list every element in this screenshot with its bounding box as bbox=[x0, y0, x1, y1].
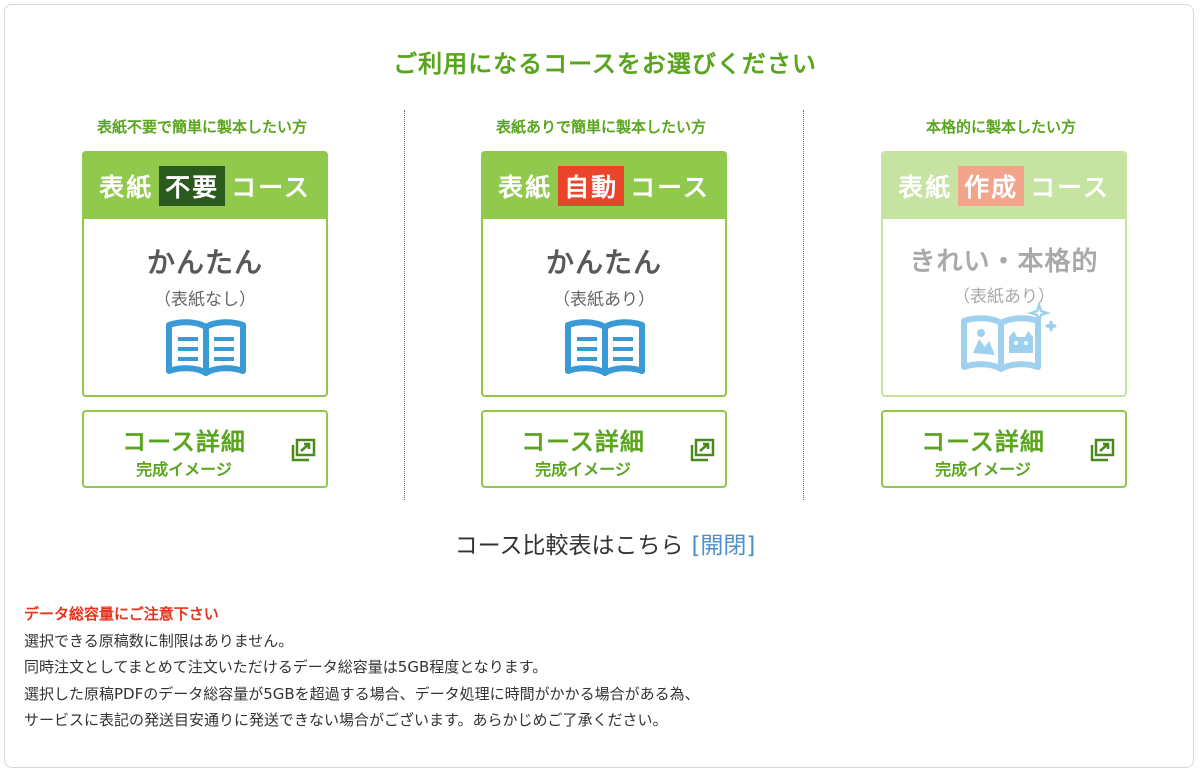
header-suffix: コース bbox=[231, 173, 311, 202]
notice-line: 選択した原稿PDFのデータ総容量が5GBを超過する場合、データ処理に時間がかかる… bbox=[24, 684, 700, 703]
header-prefix: 表紙 bbox=[99, 173, 154, 202]
course-card-header: 表紙 作成 コース bbox=[883, 153, 1125, 219]
header-suffix: コース bbox=[630, 173, 710, 202]
header-suffix: コース bbox=[1030, 173, 1110, 202]
course-subtitle: 本格的に製本したい方 bbox=[925, 118, 1076, 136]
detail-sublabel: 完成イメージ bbox=[136, 460, 232, 479]
external-link-icon bbox=[291, 438, 316, 462]
detail-sublabel: 完成イメージ bbox=[535, 460, 631, 479]
header-highlight: 自動 bbox=[558, 166, 625, 206]
course-detail-button[interactable]: コース詳細 完成イメージ bbox=[82, 410, 328, 488]
picture-book-icon bbox=[961, 301, 1057, 372]
external-link-icon bbox=[690, 438, 715, 462]
open-book-icon bbox=[166, 319, 246, 376]
detail-label: コース詳細 bbox=[921, 428, 1045, 456]
course-paren-text: （表紙あり） bbox=[553, 290, 655, 310]
course-card-sakusei[interactable]: 表紙 作成 コース きれい・本格的 （表紙あり） bbox=[881, 151, 1127, 397]
notice-line: 同時注文としてまとめて注文いただけるデータ総容量は5GB程度となります。 bbox=[24, 658, 548, 676]
header-prefix: 表紙 bbox=[898, 173, 953, 202]
course-subtitle: 表紙不要で簡単に製本したい方 bbox=[96, 118, 307, 136]
course-detail-button[interactable]: コース詳細 完成イメージ bbox=[881, 410, 1127, 488]
column-divider bbox=[404, 110, 405, 500]
detail-sublabel: 完成イメージ bbox=[935, 460, 1031, 479]
compare-toggle-link[interactable]: [開閉] bbox=[691, 533, 755, 559]
header-highlight: 不要 bbox=[159, 166, 226, 206]
notice-line: 選択できる原稿数に制限はありません。 bbox=[24, 631, 294, 650]
header-highlight: 作成 bbox=[958, 166, 1025, 206]
page-title: ご利用になるコースをお選びください bbox=[393, 50, 817, 78]
data-capacity-notice: データ総容量にご注意下さい 選択できる原稿数に制限はありません。 同時注文として… bbox=[24, 601, 700, 734]
external-link-icon bbox=[1090, 438, 1115, 462]
header-prefix: 表紙 bbox=[498, 173, 553, 202]
course-subtitle: 表紙ありで簡単に製本したい方 bbox=[495, 118, 706, 136]
course-card-fuyou[interactable]: 表紙 不要 コース かんたん （表紙なし） bbox=[82, 151, 328, 397]
detail-label: コース詳細 bbox=[122, 428, 246, 456]
course-card-jidou[interactable]: 表紙 自動 コース かんたん （表紙あり） bbox=[481, 151, 727, 397]
course-paren-text: （表紙なし） bbox=[154, 290, 256, 310]
column-divider bbox=[803, 110, 804, 500]
compare-label: コース比較表はこちら bbox=[454, 533, 684, 559]
course-detail-button[interactable]: コース詳細 完成イメージ bbox=[481, 410, 727, 488]
course-card-header: 表紙 不要 コース bbox=[84, 153, 326, 219]
detail-label: コース詳細 bbox=[521, 428, 645, 456]
notice-heading: データ総容量にご注意下さい bbox=[24, 605, 219, 623]
course-compare: コース比較表はこちら [開閉] bbox=[0, 526, 1200, 560]
course-main-text: かんたん bbox=[146, 246, 263, 279]
notice-line: サービスに表記の発送目安通りに発送できない場合がございます。あらかじめご了承くだ… bbox=[24, 711, 668, 729]
open-book-icon bbox=[565, 319, 645, 376]
course-main-text: かんたん bbox=[545, 246, 662, 279]
course-card-header: 表紙 自動 コース bbox=[483, 153, 725, 219]
course-main-text: きれい・本格的 bbox=[909, 247, 1099, 277]
